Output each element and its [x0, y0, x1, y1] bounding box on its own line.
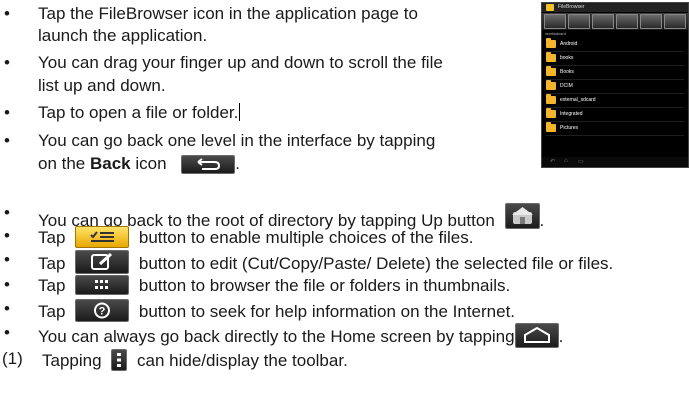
instruction-line: Tap button to edit (Cut/Copy/Paste/ Dele… [38, 250, 613, 274]
bullet: • [4, 275, 10, 294]
folder-name: Android [560, 41, 578, 47]
folder-name: Integrated [560, 111, 583, 117]
multi-select-icon [568, 14, 590, 29]
filebrowser-app-icon [546, 4, 554, 11]
folder-icon [546, 80, 556, 90]
folder-name: books [560, 55, 574, 61]
instruction-line: You can drag your finger up and down to … [38, 53, 443, 72]
instruction-text: Tap [38, 302, 66, 321]
svg-text:?: ? [99, 306, 106, 318]
thumbnails-icon [616, 14, 638, 29]
folder-row: Books [546, 66, 684, 80]
folder-icon [546, 108, 556, 118]
folder-row: DCIM [546, 80, 684, 94]
folder-icon [546, 52, 556, 62]
instruction-line: list up and down. [38, 76, 166, 95]
home-folder-icon [504, 203, 540, 229]
folder-name: DCIM [560, 83, 573, 89]
folder-row: Integrated [546, 108, 684, 122]
folder-row: Pictures [546, 122, 684, 136]
instruction-text: button to edit (Cut/Copy/Paste/ Delete) … [138, 254, 614, 273]
list-number: (1) [2, 349, 23, 368]
bullet: • [4, 4, 10, 23]
filebrowser-screenshot: FileBrowser /mnt/sdcard Android books Book… [541, 2, 689, 168]
instruction-text: Tapping [42, 351, 102, 370]
instruction-line: launch the application. [38, 26, 208, 45]
instruction-line: You can always go back directly to the H… [38, 323, 563, 348]
folder-row: books [546, 52, 684, 66]
folder-icon [546, 38, 556, 48]
instruction-text: button to enable multiple choices of the… [138, 228, 474, 247]
instruction-line: Tap button to browser the file or folder… [38, 275, 510, 296]
instruction-line: Tap the FileBrowser icon in the applicat… [38, 4, 418, 23]
folder-icon [546, 94, 556, 104]
multi-select-icon [75, 226, 130, 248]
edit-icon [592, 14, 614, 29]
bullet: • [4, 103, 10, 122]
instruction-line: Tap ? button to seek for help informatio… [38, 299, 515, 322]
home-nav-icon: ⌂ [564, 158, 568, 164]
instruction-line: Tapping can hide/display the toolbar. [42, 349, 348, 371]
instruction-text: on the [38, 154, 90, 173]
folder-icon [546, 122, 556, 132]
folder-name: Books [560, 69, 574, 75]
text-cursor [239, 103, 241, 121]
folder-row: Android [546, 38, 684, 52]
back-arrow-icon [181, 155, 236, 174]
app-title: FileBrowser [558, 4, 585, 10]
back-arrow-icon [640, 14, 662, 29]
instruction-line: Tap button to enable multiple choices of… [38, 226, 473, 248]
thumbnails-icon [75, 275, 130, 295]
bullet: • [4, 131, 10, 150]
instruction-text: button to browser the file or folders in… [138, 276, 511, 295]
instruction-text: . [539, 211, 545, 230]
menu-dots-icon [111, 349, 128, 371]
toolbar [542, 13, 688, 30]
help-icon [664, 14, 686, 29]
bullet: • [4, 299, 10, 318]
instruction-text: You can always go back directly to the H… [38, 327, 515, 346]
instruction-text: icon [130, 154, 167, 173]
android-home-icon [514, 323, 559, 348]
help-icon: ? [75, 299, 130, 322]
instruction-text: . [558, 327, 564, 346]
folder-row: external_sdcard [546, 94, 684, 108]
instruction-text: Tap [38, 276, 66, 295]
instruction-text: . [235, 154, 241, 173]
app-title-bar: FileBrowser [542, 3, 688, 12]
instruction-text: button to seek for help information on t… [138, 302, 516, 321]
back-nav-icon: ↶ [550, 159, 556, 165]
instruction-text: can hide/display the toolbar. [137, 351, 348, 370]
system-nav-bar: ↶ ⌂ ▭ [542, 157, 688, 167]
instruction-text: Tap [38, 254, 66, 273]
bullet: • [4, 203, 10, 222]
current-path: /mnt/sdcard [545, 31, 566, 36]
recent-apps-icon: ▭ [578, 159, 584, 165]
instruction-text: Tap to open a file or folder. [38, 103, 239, 122]
bullet: • [4, 53, 10, 72]
bullet: • [4, 323, 10, 342]
home-folder-icon [544, 14, 566, 29]
folder-icon [546, 66, 556, 76]
folder-name: external_sdcard [560, 97, 596, 103]
instruction-line: Tap to open a file or folder. [38, 103, 241, 123]
instruction-line: You can go back one level in the interfa… [38, 131, 436, 150]
bullet: • [4, 226, 10, 245]
back-label: Back [90, 154, 131, 173]
instruction-line: on the Back icon . [38, 154, 240, 174]
bullet: • [4, 250, 10, 269]
folder-name: Pictures [560, 125, 579, 131]
edit-icon [75, 250, 130, 274]
instruction-text: Tap [38, 228, 66, 247]
